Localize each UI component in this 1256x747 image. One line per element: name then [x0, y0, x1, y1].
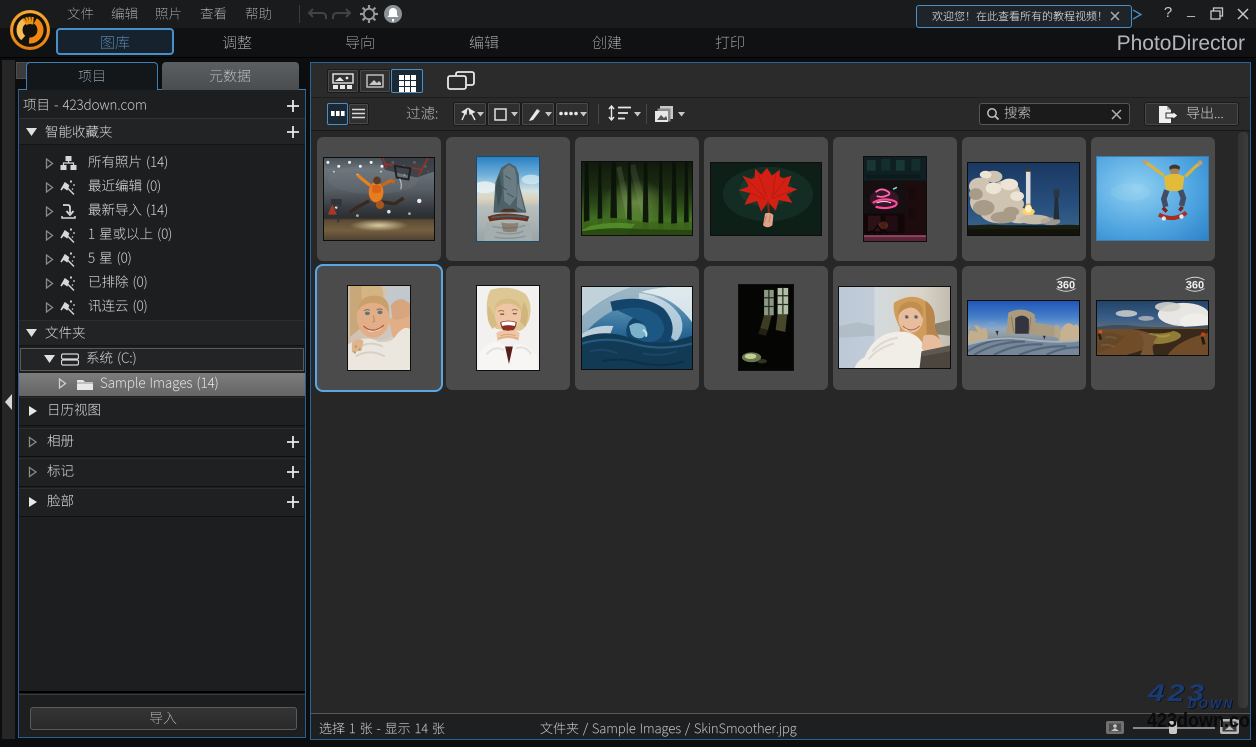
- svg-text:360: 360: [1186, 280, 1204, 292]
- svg-text:360: 360: [1057, 280, 1075, 292]
